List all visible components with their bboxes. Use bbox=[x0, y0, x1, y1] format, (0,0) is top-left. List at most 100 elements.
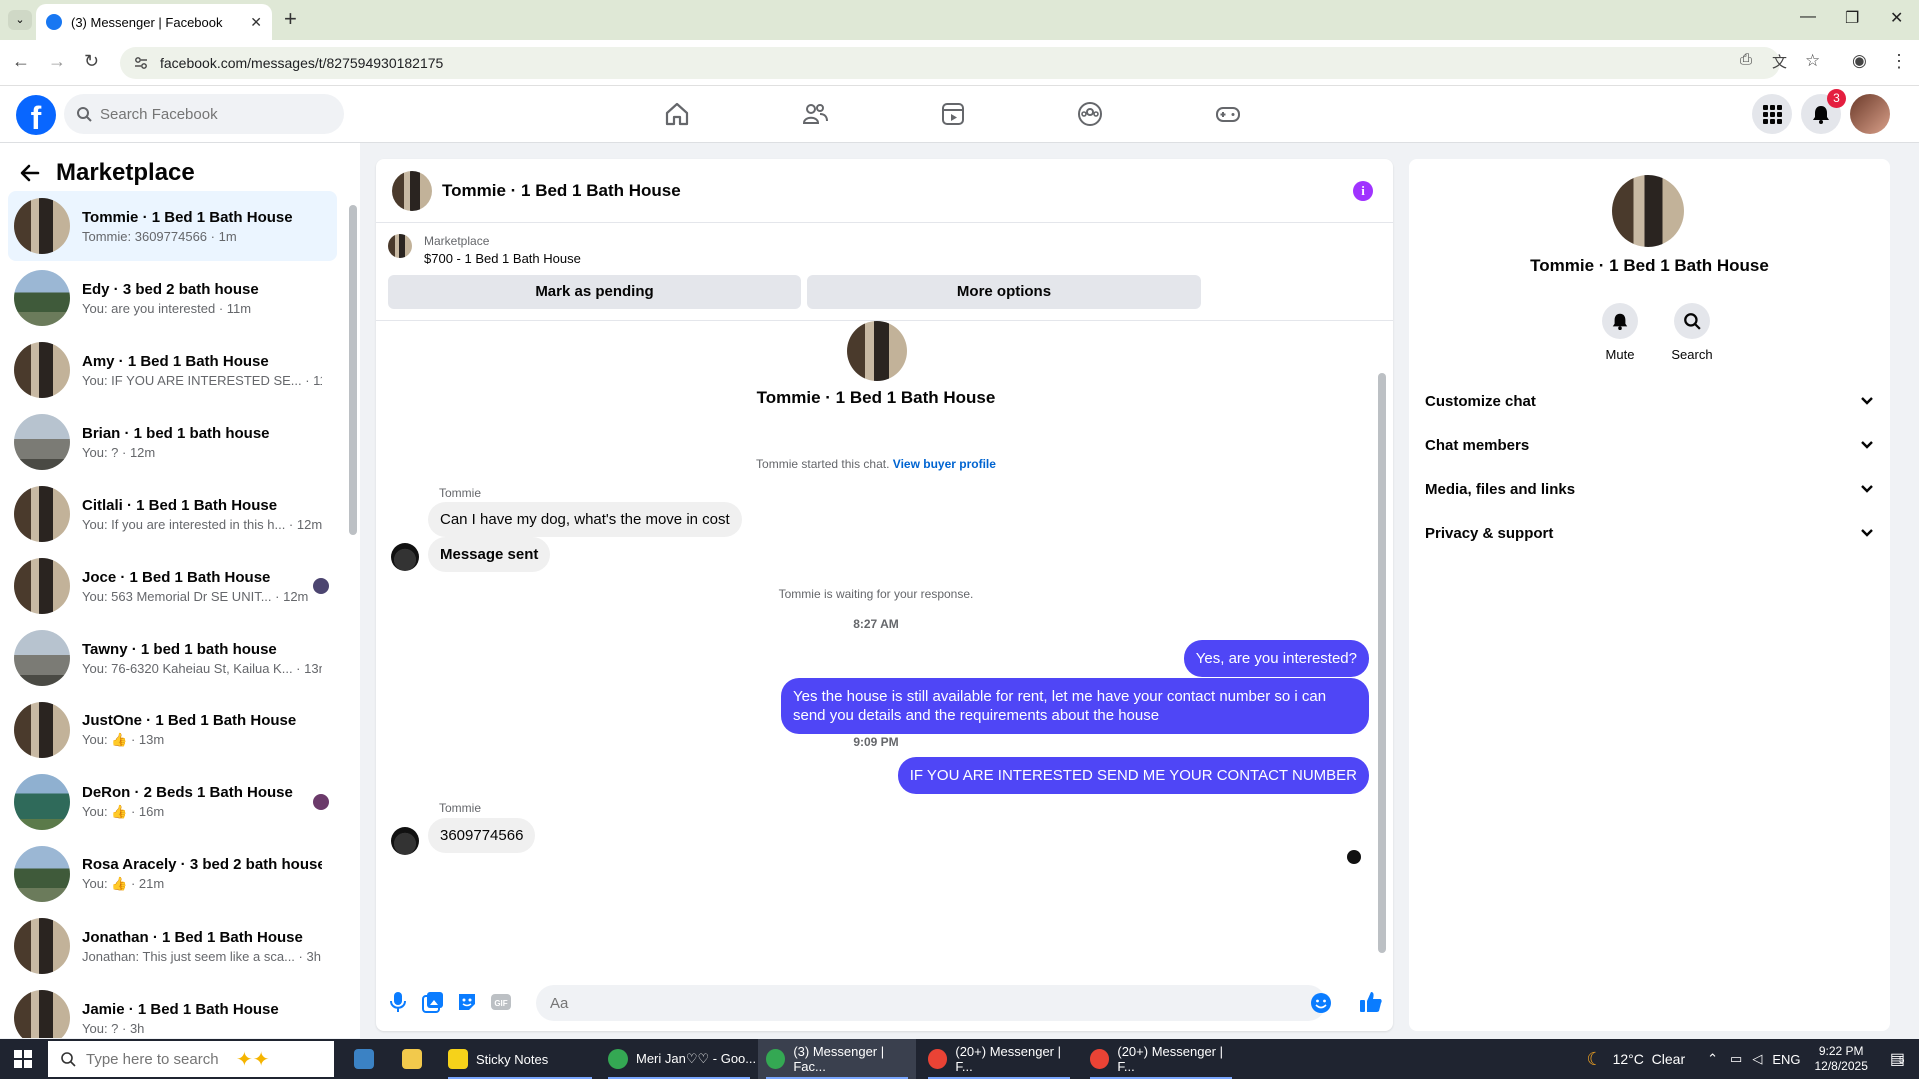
weather-text[interactable]: 12°C Clear bbox=[1613, 1051, 1686, 1067]
minimize-button[interactable]: — bbox=[1800, 8, 1816, 26]
tab-title: (3) Messenger | Facebook bbox=[71, 14, 223, 30]
facebook-logo-icon[interactable]: f bbox=[16, 95, 56, 136]
conversation-item[interactable]: Amy · 1 Bed 1 Bath House You: IF YOU ARE … bbox=[8, 335, 337, 405]
sender-name: Tommie bbox=[439, 486, 482, 500]
language-indicator[interactable]: ENG bbox=[1772, 1052, 1800, 1067]
sidebar-scrollbar[interactable] bbox=[349, 205, 357, 535]
avatar[interactable] bbox=[1612, 175, 1684, 247]
new-tab-button[interactable]: + bbox=[284, 8, 297, 30]
conversation-item[interactable]: Jamie · 1 Bed 1 Bath House You: ? · 3h bbox=[8, 983, 337, 1038]
conversation-preview: You: IF YOU ARE INTERESTED SE... · 11m bbox=[82, 372, 322, 388]
avatar bbox=[14, 414, 70, 470]
close-window-button[interactable]: ✕ bbox=[1890, 8, 1903, 28]
restore-button[interactable]: ❐ bbox=[1845, 8, 1859, 28]
menu-grid-button[interactable] bbox=[1752, 94, 1792, 134]
message-input[interactable] bbox=[536, 985, 1326, 1021]
chat-title[interactable]: Tommie · 1 Bed 1 Bath House bbox=[442, 181, 681, 201]
avatar[interactable] bbox=[392, 170, 432, 211]
taskbar-app-chrome[interactable]: (20+) Messenger | F... bbox=[920, 1039, 1078, 1079]
facebook-search-input[interactable] bbox=[100, 105, 330, 123]
speaker-icon[interactable]: ◁ bbox=[1752, 1051, 1762, 1067]
bookmark-star-icon[interactable]: ☆ bbox=[1805, 51, 1820, 71]
outgoing-message[interactable]: IF YOU ARE INTERESTED SEND ME YOUR CONTA… bbox=[897, 757, 1369, 794]
chevron-down-icon bbox=[1861, 529, 1873, 537]
avatar[interactable] bbox=[391, 827, 419, 855]
forward-arrow-icon[interactable]: → bbox=[48, 51, 66, 72]
search-in-chat-button[interactable]: Search bbox=[1662, 303, 1722, 362]
gaming-icon[interactable] bbox=[1214, 100, 1242, 128]
close-tab-icon[interactable]: ✕ bbox=[250, 14, 262, 31]
friends-icon[interactable] bbox=[801, 100, 829, 128]
outgoing-message[interactable]: Yes, are you interested? bbox=[1183, 640, 1369, 677]
info-icon[interactable]: i bbox=[1353, 181, 1373, 201]
chat-info-panel: Tommie · 1 Bed 1 Bath House Mute Search … bbox=[1409, 159, 1890, 1031]
microphone-icon[interactable] bbox=[388, 991, 408, 1013]
groups-icon[interactable] bbox=[1076, 100, 1104, 128]
mark-as-pending-button[interactable]: Mark as pending bbox=[388, 275, 801, 309]
conversation-item[interactable]: Brian · 1 bed 1 bath house You: ? · 12m bbox=[8, 407, 337, 477]
tab-search-button[interactable]: ⌄ bbox=[8, 10, 32, 30]
clock[interactable]: 9:22 PM 12/8/2025 bbox=[1814, 1044, 1867, 1074]
conversation-item[interactable]: Tawny · 1 bed 1 bath house You: 76-6320 K… bbox=[8, 623, 337, 693]
address-bar[interactable]: facebook.com/messages/t/827594930182175 bbox=[120, 47, 1780, 79]
taskbar-app-chrome-active[interactable]: (3) Messenger | Fac... bbox=[758, 1039, 916, 1079]
emoji-icon[interactable] bbox=[1310, 992, 1332, 1014]
mute-button[interactable]: Mute bbox=[1590, 303, 1650, 362]
chat-started-text: Tommie started this chat. bbox=[756, 457, 890, 471]
view-buyer-profile-link[interactable]: View buyer profile bbox=[893, 457, 996, 471]
conversation-item[interactable]: Rosa Aracely · 3 bed 2 bath house You: 👍 … bbox=[8, 839, 337, 909]
taskbar-search-input[interactable] bbox=[86, 1050, 236, 1068]
conversation-item[interactable]: Edy · 3 bed 2 bath house You: are you int… bbox=[8, 263, 337, 333]
listing-title[interactable]: $700 - 1 Bed 1 Bath House bbox=[424, 251, 581, 266]
facebook-search[interactable] bbox=[64, 94, 344, 134]
svg-text:GIF: GIF bbox=[494, 999, 507, 1008]
sticker-icon[interactable] bbox=[456, 991, 478, 1013]
taskbar-app-chrome[interactable]: Meri Jan♡♡ - Goo... bbox=[600, 1039, 758, 1079]
conversation-item[interactable]: Citlali · 1 Bed 1 Bath House You: If you … bbox=[8, 479, 337, 549]
taskbar-search[interactable]: ✦✦ bbox=[48, 1041, 334, 1077]
listing-thumbnail[interactable] bbox=[388, 234, 412, 258]
task-view-button[interactable] bbox=[346, 1039, 386, 1079]
taskbar-app-sticky-notes[interactable]: Sticky Notes bbox=[440, 1039, 600, 1079]
conversation-item[interactable]: JustOne · 1 Bed 1 Bath House You: 👍 · 13m bbox=[8, 695, 337, 765]
incoming-message[interactable]: Can I have my dog, what's the move in co… bbox=[428, 502, 742, 537]
account-avatar[interactable] bbox=[1850, 94, 1890, 134]
more-options-button[interactable]: More options bbox=[807, 275, 1201, 309]
site-info-icon[interactable] bbox=[134, 56, 148, 70]
conversation-preview: Jonathan: This just seem like a sca... ·… bbox=[82, 948, 321, 964]
browser-toolbar: ← → ↻ facebook.com/messages/t/8275949301… bbox=[0, 40, 1919, 86]
reload-icon[interactable]: ↻ bbox=[84, 51, 99, 72]
back-arrow-icon[interactable] bbox=[20, 163, 40, 183]
browser-tab-messenger[interactable]: (3) Messenger | Facebook ✕ bbox=[36, 4, 272, 40]
profile-icon[interactable]: ◉ bbox=[1852, 51, 1867, 71]
taskbar-app-chrome[interactable]: (20+) Messenger | F... bbox=[1082, 1039, 1240, 1079]
back-arrow-icon[interactable]: ← bbox=[12, 51, 30, 72]
outgoing-message[interactable]: Yes the house is still available for ren… bbox=[781, 678, 1369, 734]
gif-icon[interactable]: GIF bbox=[490, 991, 512, 1013]
translate-icon[interactable]: 文 bbox=[1772, 51, 1787, 72]
system-tray: ☾ 12°C Clear ⌃ ▭ ◁ ENG 9:22 PM 12/8/2025… bbox=[1586, 1039, 1919, 1079]
privacy-support-section[interactable]: Privacy & support bbox=[1425, 515, 1874, 551]
video-icon[interactable] bbox=[939, 100, 967, 128]
thumbs-up-icon[interactable] bbox=[1359, 990, 1383, 1014]
chat-scrollbar[interactable] bbox=[1378, 373, 1386, 953]
browser-menu-icon[interactable]: ⋮ bbox=[1890, 51, 1908, 72]
windows-start-icon[interactable] bbox=[14, 1050, 32, 1068]
avatar[interactable] bbox=[391, 543, 419, 571]
incoming-message[interactable]: Message sent bbox=[428, 537, 551, 572]
chevron-up-icon[interactable]: ⌃ bbox=[1707, 1051, 1718, 1067]
incoming-message[interactable]: 3609774566 bbox=[428, 818, 536, 853]
conversation-item[interactable]: Tommie · 1 Bed 1 Bath House Tommie: 36097… bbox=[8, 191, 337, 261]
home-icon[interactable] bbox=[663, 100, 691, 128]
chat-members-section[interactable]: Chat members bbox=[1425, 427, 1874, 463]
notification-center-button[interactable]: ▤ 5 bbox=[1890, 1049, 1905, 1069]
conversation-item[interactable]: DeRon · 2 Beds 1 Bath House You: 👍 · 16m bbox=[8, 767, 337, 837]
customize-chat-section[interactable]: Customize chat bbox=[1425, 383, 1874, 419]
conversation-item[interactable]: Joce · 1 Bed 1 Bath House You: 563 Memori… bbox=[8, 551, 337, 621]
conversation-item[interactable]: Jonathan · 1 Bed 1 Bath House Jonathan: T… bbox=[8, 911, 337, 981]
media-files-links-section[interactable]: Media, files and links bbox=[1425, 471, 1874, 507]
network-icon[interactable]: ▭ bbox=[1730, 1051, 1742, 1067]
file-explorer-button[interactable] bbox=[394, 1039, 434, 1079]
photo-icon[interactable] bbox=[422, 991, 444, 1013]
install-app-icon[interactable]: ⎙ bbox=[1740, 51, 1752, 68]
